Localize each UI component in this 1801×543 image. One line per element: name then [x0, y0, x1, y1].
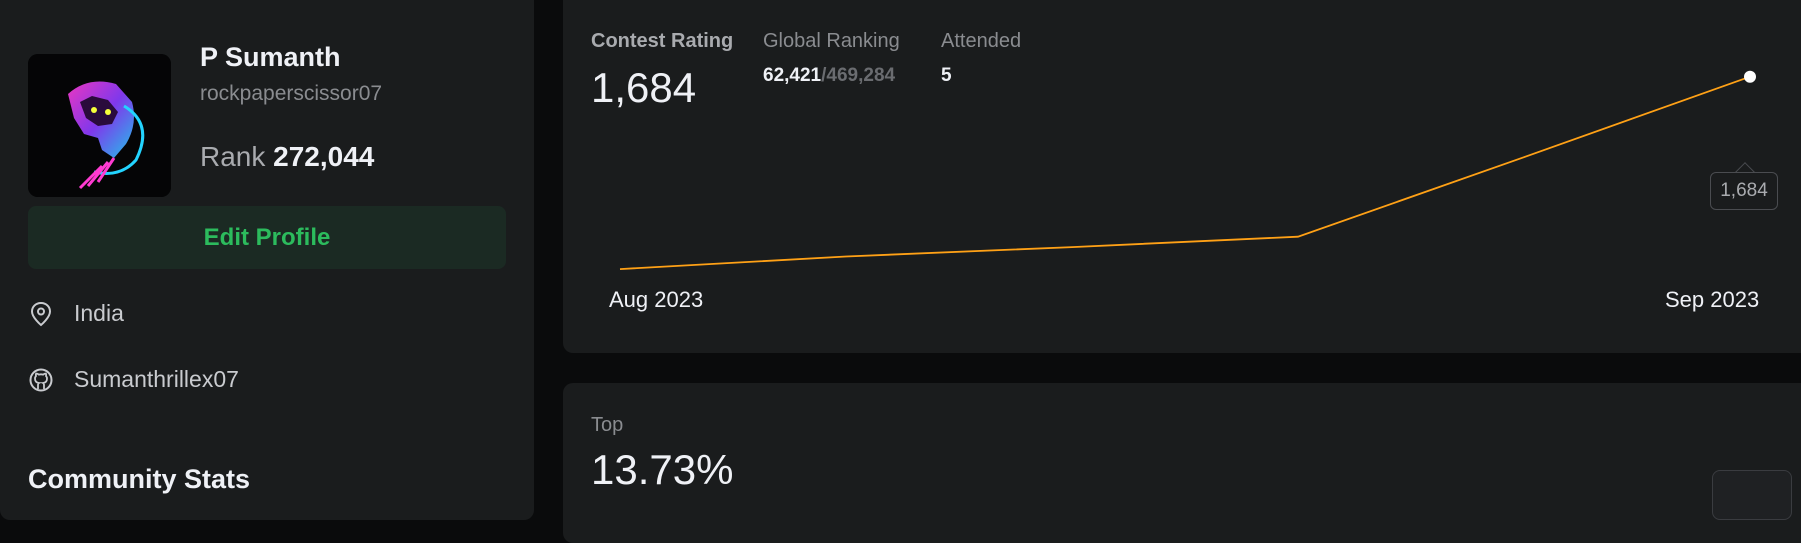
github-row[interactable]: Sumanthrillex07	[28, 366, 239, 393]
top-label: Top	[591, 414, 623, 437]
histogram-tooltip	[1712, 470, 1792, 520]
username: rockpaperscissor07	[200, 82, 382, 106]
rating-series-line	[620, 77, 1750, 269]
community-stats-heading: Community Stats	[28, 464, 250, 495]
display-name: P Sumanth	[200, 42, 341, 73]
rating-point-highlight[interactable]	[1744, 71, 1756, 83]
x-tick-label-end: Sep 2023	[1665, 287, 1759, 313]
location-text: India	[74, 300, 124, 327]
avatar-image	[28, 54, 171, 197]
edit-profile-button[interactable]: Edit Profile	[28, 206, 506, 269]
avatar[interactable]	[28, 54, 171, 197]
github-username[interactable]: Sumanthrillex07	[74, 366, 239, 393]
rating-chart[interactable]	[563, 0, 1801, 340]
x-tick-label-start: Aug 2023	[609, 287, 703, 313]
github-icon	[28, 367, 54, 393]
top-value: 13.73%	[591, 446, 733, 494]
rank: Rank 272,044	[200, 141, 374, 173]
location-row: India	[28, 300, 124, 327]
map-pin-icon	[28, 301, 54, 327]
rank-value: 272,044	[273, 141, 374, 172]
top-percentage-card	[563, 383, 1801, 543]
rank-label: Rank	[200, 141, 265, 172]
rating-tooltip: 1,684	[1710, 172, 1778, 210]
